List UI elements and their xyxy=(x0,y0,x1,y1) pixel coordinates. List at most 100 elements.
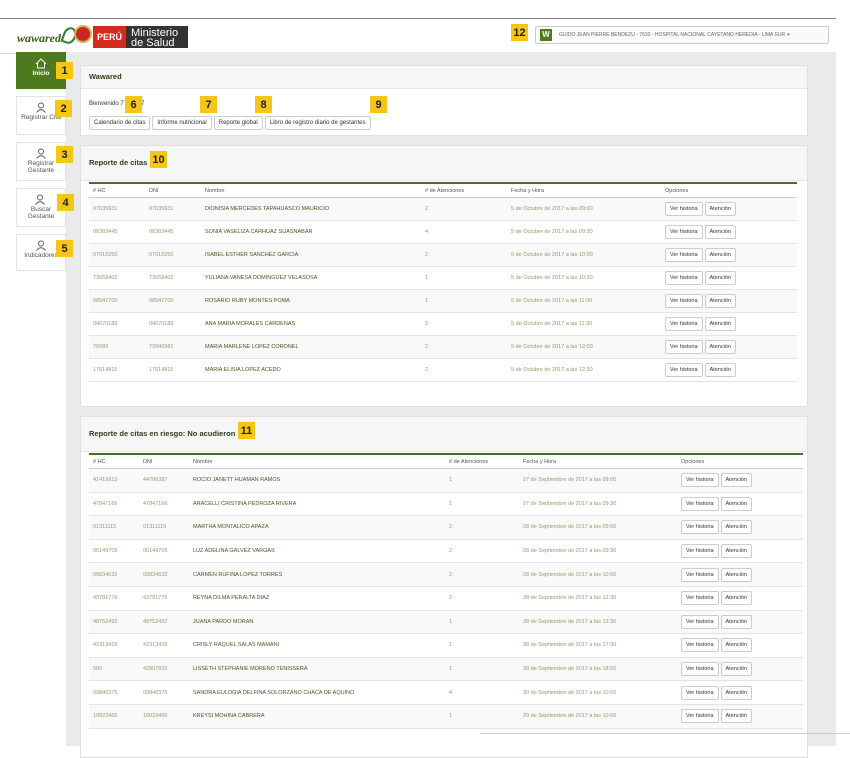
dni-cell: 07035631 xyxy=(145,197,201,221)
nombre-cell: ISABEL ESTHER SANCHEZ GARCIA xyxy=(201,243,421,267)
reporte-global-button[interactable]: Reporte global xyxy=(213,116,263,130)
atenciones-cell: 2 xyxy=(445,562,519,587)
nombre-cell: SONIA VASELIZA CARHUAZ SUASNABAR xyxy=(201,220,421,244)
ver-historia-button[interactable]: Ver historia xyxy=(681,496,719,511)
atenciones-cell: 2 xyxy=(445,539,519,564)
dni-cell: 17614815 xyxy=(145,358,201,382)
dni-cell: 73658402 xyxy=(145,266,201,290)
hc-cell: 08302445 xyxy=(89,220,145,244)
annotation-badge-3: 3 xyxy=(56,146,73,163)
opciones-cell: Ver historia Atención xyxy=(677,562,803,587)
fecha-cell: 27 de Septiembre de 2017 a las 09:00 xyxy=(519,468,677,493)
atencion-button[interactable]: Atención xyxy=(720,496,752,511)
dni-cell: 42807932 xyxy=(139,657,189,682)
hc-cell: 07035631 xyxy=(89,197,145,221)
opciones-cell: Ver historia Atención xyxy=(661,197,797,221)
atencion-button[interactable]: Atención xyxy=(704,363,736,377)
user-menu-dropdown[interactable]: W GUIDO JEAN PIERRE BENDEZU - 7633 - HOS… xyxy=(535,26,829,44)
ver-historia-button[interactable]: Ver historia xyxy=(665,317,703,331)
table-header: # HC DNI Nombre # de Atenciones Fecha y Hora… xyxy=(89,182,797,198)
hc-cell: 76089 xyxy=(89,335,145,359)
ver-historia-button[interactable]: Ver historia xyxy=(681,544,719,559)
opciones-cell: Ver historia Atención xyxy=(661,289,797,313)
nombre-cell: YULIANA VANESA DOMINGUEZ VELASOSA xyxy=(201,266,421,290)
atencion-button[interactable]: Atención xyxy=(720,709,752,724)
table-row: 08547700 08547700 ROSARIO RUBY MONTES POMA… xyxy=(89,289,797,313)
atencion-button[interactable]: Atención xyxy=(704,202,736,216)
user-icon xyxy=(36,240,46,251)
nombre-cell: CRISLY RAQUEL SALAS MAMANI xyxy=(189,633,445,658)
opciones-cell: Ver historia Atención xyxy=(677,610,803,635)
opciones-cell: Ver historia Atención xyxy=(677,680,803,705)
atencion-button[interactable]: Atención xyxy=(720,638,752,653)
hc-cell: 41419913 xyxy=(89,468,139,493)
column-header: # HC xyxy=(89,182,145,198)
nombre-cell: MARIA ELISIA LOPEZ ACEDO xyxy=(201,358,421,382)
fecha-cell: 28 de Septiembre de 2017 a las 13:30 xyxy=(519,610,677,635)
table-row: 42313416 42313416 CRISLY RAQUEL SALAS MAMA… xyxy=(89,633,803,658)
opciones-cell: Ver historia Atención xyxy=(677,633,803,658)
ver-historia-button[interactable]: Ver historia xyxy=(681,591,719,606)
ver-historia-button[interactable]: Ver historia xyxy=(665,271,703,285)
fecha-cell: 29 de Septiembre de 2017 a las 10:00 xyxy=(519,704,677,729)
ver-historia-button[interactable]: Ver historia xyxy=(665,202,703,216)
atenciones-cell: 1 xyxy=(445,633,519,658)
annotation-badge-5: 5 xyxy=(56,240,73,257)
dni-cell: 47847166 xyxy=(139,492,189,517)
peru-label: PERÚ xyxy=(93,26,127,48)
atencion-button[interactable]: Atención xyxy=(704,225,736,239)
atenciones-cell: 2 xyxy=(421,358,507,382)
opciones-cell: Ver historia Atención xyxy=(677,468,803,493)
fecha-cell: 5 de Octubre de 2017 a las 11:00 xyxy=(507,289,661,313)
wawared-logo[interactable]: wawared xyxy=(17,25,79,46)
atencion-button[interactable]: Atención xyxy=(720,544,752,559)
ver-historia-button[interactable]: Ver historia xyxy=(665,340,703,354)
column-header: Nombre xyxy=(201,182,421,198)
ver-historia-button[interactable]: Ver historia xyxy=(681,520,719,535)
ver-historia-button[interactable]: Ver historia xyxy=(681,473,719,488)
ver-historia-button[interactable]: Ver historia xyxy=(681,614,719,629)
opciones-cell: Ver historia Atención xyxy=(661,358,797,382)
atencion-button[interactable]: Atención xyxy=(720,685,752,700)
atencion-button[interactable]: Atención xyxy=(704,340,736,354)
calendario-citas-button[interactable]: Calendario de citas xyxy=(89,116,151,130)
dni-cell: 07015250 xyxy=(145,243,201,267)
table-row: 06149709 06149709 LUZ ADELINA GALVEZ VARGA… xyxy=(89,539,803,564)
table-row: 73658402 73658402 YULIANA VANESA DOMINGUEZ… xyxy=(89,266,797,290)
table-row: 43791776 43791776 REYNA DILMA PERALTA DIAZ… xyxy=(89,586,803,611)
dni-cell: 06149709 xyxy=(139,539,189,564)
ver-historia-button[interactable]: Ver historia xyxy=(681,567,719,582)
atencion-button[interactable]: Atención xyxy=(704,271,736,285)
nombre-cell: SANDRA EULOGIA DELFINA SOLORZANO CHACA D… xyxy=(189,680,445,705)
atencion-button[interactable]: Atención xyxy=(720,591,752,606)
ver-historia-button[interactable]: Ver historia xyxy=(681,638,719,653)
ver-historia-button[interactable]: Ver historia xyxy=(665,225,703,239)
ver-historia-button[interactable]: Ver historia xyxy=(665,248,703,262)
ver-historia-button[interactable]: Ver historia xyxy=(665,363,703,377)
ver-historia-button[interactable]: Ver historia xyxy=(681,662,719,677)
atencion-button[interactable]: Atención xyxy=(720,614,752,629)
user-search-icon xyxy=(35,194,45,205)
ver-historia-button[interactable]: Ver historia xyxy=(665,294,703,308)
atencion-button[interactable]: Atención xyxy=(720,520,752,535)
reporte-citas-card: Reporte de citas # HC DNI Nombre # de Atenc… xyxy=(80,145,808,407)
hc-cell: 08547700 xyxy=(89,289,145,313)
divider xyxy=(480,733,850,734)
ver-historia-button[interactable]: Ver historia xyxy=(681,685,719,700)
home-icon xyxy=(35,58,47,69)
hc-cell: 17614815 xyxy=(89,358,145,382)
ver-historia-button[interactable]: Ver historia xyxy=(681,709,719,724)
atencion-button[interactable]: Atención xyxy=(704,248,736,262)
fecha-cell: 5 de Octubre de 2017 a las 12:00 xyxy=(507,335,661,359)
opciones-cell: Ver historia Atención xyxy=(677,515,803,540)
atenciones-cell: 4 xyxy=(421,220,507,244)
informe-nutricional-button[interactable]: Informe nutricional xyxy=(152,116,212,130)
atencion-button[interactable]: Atención xyxy=(720,473,752,488)
atenciones-cell: 2 xyxy=(445,586,519,611)
atencion-button[interactable]: Atención xyxy=(720,662,752,677)
libro-registro-button[interactable]: Libro de registro diario de gestantes xyxy=(264,116,371,130)
atencion-button[interactable]: Atención xyxy=(720,567,752,582)
column-header: DNI xyxy=(139,453,189,469)
atencion-button[interactable]: Atención xyxy=(704,317,736,331)
atencion-button[interactable]: Atención xyxy=(704,294,736,308)
